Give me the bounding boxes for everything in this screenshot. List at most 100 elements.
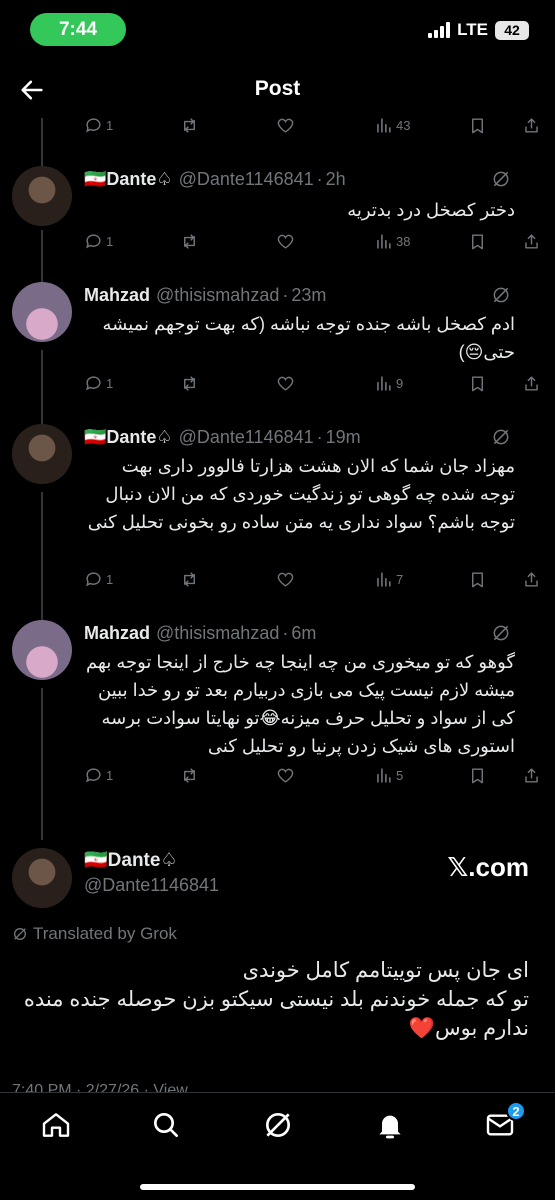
reply-count: 1 <box>106 571 114 587</box>
author-name[interactable]: Mahzad <box>84 623 150 644</box>
reply-count: 1 <box>106 233 114 249</box>
bell-icon <box>379 1115 401 1139</box>
reply-button[interactable]: 1 <box>84 368 113 398</box>
avatar[interactable] <box>12 424 72 484</box>
bottom-nav: 2 <box>0 1092 555 1200</box>
reply-button[interactable]: 1 <box>84 226 113 256</box>
views-button[interactable]: 43 <box>374 110 410 140</box>
tweet-header: Mahzad @thisismahzad · 23m <box>84 282 326 308</box>
views-icon <box>377 571 391 587</box>
like-button[interactable] <box>276 226 295 256</box>
author-name[interactable]: 🇮🇷Dante♤ <box>84 427 173 448</box>
grok-icon <box>266 1113 290 1137</box>
views-button[interactable]: 7 <box>374 564 403 594</box>
reply-count: 1 <box>106 375 114 391</box>
views-count: 43 <box>396 117 411 133</box>
bookmark-button[interactable] <box>468 368 487 398</box>
share-button[interactable] <box>522 226 541 256</box>
avatar[interactable] <box>12 282 72 342</box>
grok-icon[interactable] <box>491 285 511 305</box>
repost-button[interactable] <box>180 760 199 790</box>
reply-button[interactable]: 1 <box>84 110 113 140</box>
action-bar: 1 5 <box>84 760 538 790</box>
views-count: 7 <box>396 571 404 587</box>
tweet-text: گوهو که تو میخوری من چه اینجا چه خارج از… <box>86 652 515 756</box>
heart-icon <box>277 234 294 249</box>
author-handle: @thisismahzad <box>156 622 280 643</box>
separator-dot: · <box>316 426 323 447</box>
reply-button[interactable]: 1 <box>84 564 113 594</box>
avatar[interactable] <box>12 848 72 908</box>
separator-dot: · <box>282 622 289 643</box>
repost-button[interactable] <box>180 564 199 594</box>
like-button[interactable] <box>276 368 295 398</box>
views-icon <box>377 233 391 249</box>
bookmark-icon <box>472 375 483 391</box>
views-icon <box>377 117 391 133</box>
grok-icon[interactable] <box>491 623 511 643</box>
share-button[interactable] <box>522 110 541 140</box>
repost-icon <box>184 767 195 783</box>
heart-icon <box>277 572 294 587</box>
repost-icon <box>184 375 195 391</box>
bookmark-icon <box>472 571 483 587</box>
thread-line <box>41 230 43 282</box>
repost-icon <box>184 117 195 133</box>
search-icon <box>154 1113 178 1137</box>
avatar[interactable] <box>12 620 72 680</box>
nav-messages[interactable]: 2 <box>484 1101 526 1141</box>
nav-notifications[interactable] <box>374 1109 406 1141</box>
author-name[interactable]: 🇮🇷Dante♤ <box>84 848 177 872</box>
grok-icon[interactable] <box>491 427 511 447</box>
bookmark-button[interactable] <box>468 110 487 140</box>
views-icon <box>377 767 391 783</box>
grok-icon[interactable] <box>491 169 511 189</box>
share-button[interactable] <box>522 760 541 790</box>
reply-button[interactable]: 1 <box>84 760 113 790</box>
bookmark-button[interactable] <box>468 760 487 790</box>
repost-button[interactable] <box>180 368 199 398</box>
thread-line <box>41 492 43 620</box>
share-button[interactable] <box>522 564 541 594</box>
repost-icon <box>184 233 195 249</box>
repost-button[interactable] <box>180 226 199 256</box>
messages-badge: 2 <box>506 1101 526 1121</box>
bookmark-button[interactable] <box>468 564 487 594</box>
reply-icon <box>86 767 101 782</box>
like-button[interactable] <box>276 110 295 140</box>
reply-icon <box>86 233 101 248</box>
action-bar: 1 38 <box>84 226 538 256</box>
views-count: 9 <box>396 375 404 391</box>
nav-search[interactable] <box>150 1109 182 1141</box>
author-name[interactable]: Mahzad <box>84 285 150 306</box>
main-text-line: تو که جمله خوندنم بلد نیستی سیکتو بزن حو… <box>23 988 529 1040</box>
home-indicator[interactable] <box>140 1184 415 1190</box>
tweet-text: مهزاد جان شما که الان هشت هزارتا فالوور … <box>87 456 515 532</box>
like-button[interactable] <box>276 760 295 790</box>
tweet-header: 🇮🇷Dante♤ @Dante1146841 · 19m <box>84 424 361 450</box>
translated-by-grok[interactable]: Translated by Grok <box>12 924 177 944</box>
share-icon <box>525 117 538 133</box>
avatar[interactable] <box>12 166 72 226</box>
like-button[interactable] <box>276 564 295 594</box>
author-handle: @Dante1146841 <box>178 168 314 189</box>
repost-button[interactable] <box>180 110 199 140</box>
reply-count: 1 <box>106 767 114 783</box>
author-handle: @Dante1146841 <box>178 426 314 447</box>
author-name[interactable]: 🇮🇷Dante♤ <box>84 169 173 190</box>
views-button[interactable]: 9 <box>374 368 403 398</box>
views-button[interactable]: 38 <box>374 226 410 256</box>
separator-dot: · <box>282 284 289 305</box>
views-count: 5 <box>396 767 404 783</box>
nav-grok[interactable] <box>262 1109 294 1141</box>
heart-icon <box>277 768 294 783</box>
share-button[interactable] <box>522 368 541 398</box>
views-button[interactable]: 5 <box>374 760 403 790</box>
nav-home[interactable] <box>40 1109 72 1141</box>
x-com-logo[interactable]: 𝕏.com <box>447 852 529 883</box>
main-text-line: ای جان پس توییتامم کامل خوندی <box>242 959 529 982</box>
separator-dot: · <box>316 168 323 189</box>
heart-icon <box>277 118 294 133</box>
action-bar: 1 7 <box>84 564 538 594</box>
bookmark-button[interactable] <box>468 226 487 256</box>
